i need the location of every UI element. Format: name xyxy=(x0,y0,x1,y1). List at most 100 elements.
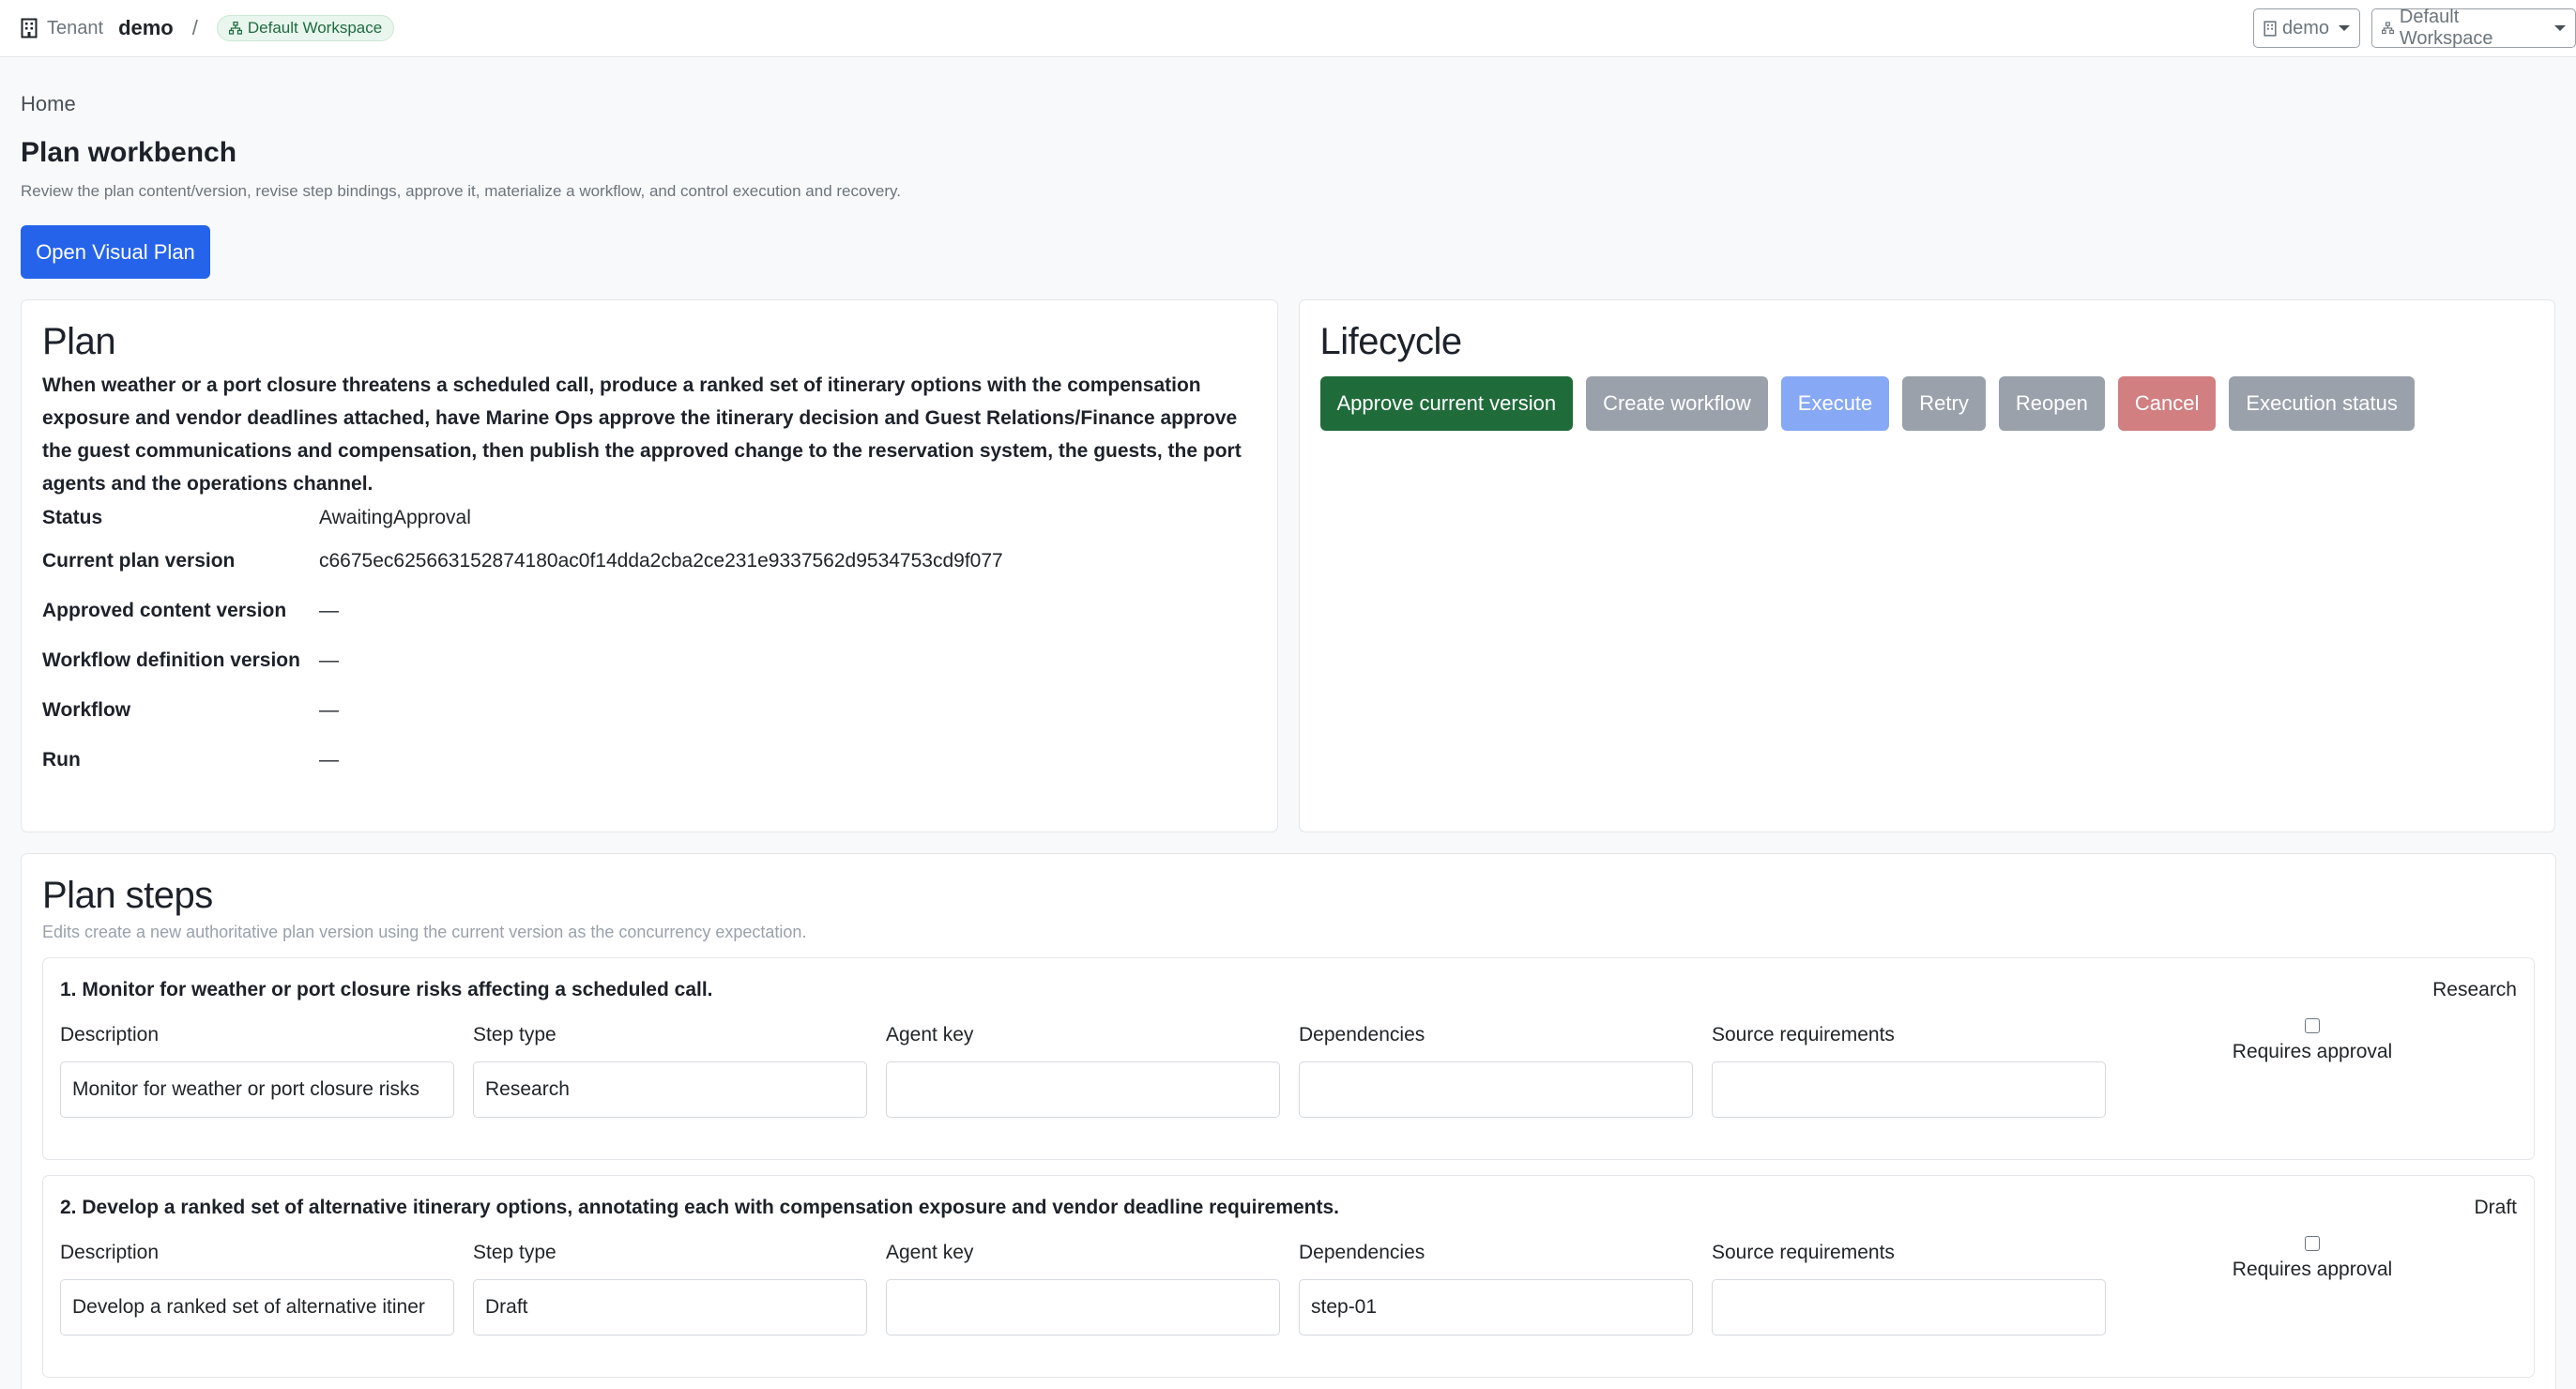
plan-steps-heading: Plan steps xyxy=(42,875,213,916)
agent-key-label: Agent key xyxy=(886,1024,974,1046)
plan-heading: Plan xyxy=(42,321,116,362)
retry-button[interactable]: Retry xyxy=(1902,376,1986,431)
top-selectors: demo Default Workspace xyxy=(2253,7,2576,49)
lifecycle-actions: Approve current version Create workflow … xyxy=(1319,376,2535,431)
requires-approval-label: Requires approval xyxy=(2232,1259,2393,1280)
field-key: Workflow definition version xyxy=(42,649,300,671)
agent-key-field: Agent key xyxy=(886,1024,1299,1118)
chevron-down-icon xyxy=(2339,25,2350,31)
step-type-input[interactable]: Research xyxy=(473,1061,867,1118)
plan-details: Status AwaitingApproval Current plan ver… xyxy=(42,500,1257,785)
approve-current-version-button[interactable]: Approve current version xyxy=(1319,376,1574,431)
workspace-badge[interactable]: Default Workspace xyxy=(216,15,395,41)
source-requirements-label: Source requirements xyxy=(1712,1024,1895,1046)
plan-step: 1. Monitor for weather or port closure r… xyxy=(42,957,2535,1160)
top-cards: Plan When weather or a port closure thre… xyxy=(21,299,2555,832)
workflow-value: — xyxy=(319,698,339,721)
workspace-select-value: Default Workspace xyxy=(2399,7,2493,49)
building-icon xyxy=(2264,20,2277,37)
plan-card: Plan When weather or a port closure thre… xyxy=(21,299,1278,832)
requires-approval-field: Requires approval xyxy=(2125,1236,2500,1336)
step-header: 2. Develop a ranked set of alternative i… xyxy=(60,1191,2517,1225)
agent-key-input[interactable] xyxy=(886,1279,1280,1336)
description-field: Description Develop a ranked set of alte… xyxy=(60,1242,473,1336)
dependencies-field: Dependencies xyxy=(1299,1024,1712,1118)
step-type-field: Step type Draft xyxy=(473,1242,886,1336)
field-key: Current plan version xyxy=(42,549,236,572)
source-requirements-field: Source requirements xyxy=(1712,1024,2125,1118)
description-label: Description xyxy=(60,1242,160,1263)
current-version-value: c6675ec625663152874180ac0f14dda2cba2ce23… xyxy=(319,549,1003,572)
agent-key-field: Agent key xyxy=(886,1242,1299,1336)
step-type-label: Step type xyxy=(473,1242,556,1263)
approved-version-value: — xyxy=(319,599,339,621)
dependencies-label: Dependencies xyxy=(1299,1024,1425,1046)
plan-field-status: Status AwaitingApproval xyxy=(42,500,1257,536)
step-type-tag: Draft xyxy=(2474,1197,2517,1218)
page-content: Home Plan workbench Review the plan cont… xyxy=(0,92,2576,1389)
page-subtitle: Review the plan content/version, revise … xyxy=(21,182,902,200)
field-key: Workflow xyxy=(42,698,131,721)
requires-approval-checkbox[interactable] xyxy=(2305,1236,2320,1251)
breadcrumb-home[interactable]: Home xyxy=(21,92,2555,118)
source-requirements-field: Source requirements xyxy=(1712,1242,2125,1336)
tenant-name[interactable]: demo xyxy=(118,16,174,40)
status-value: AwaitingApproval xyxy=(319,507,471,528)
description-field: Description Monitor for weather or port … xyxy=(60,1024,473,1118)
step-type-input[interactable]: Draft xyxy=(473,1279,867,1336)
plan-steps-subtitle: Edits create a new authoritative plan ve… xyxy=(42,923,807,941)
description-input[interactable]: Monitor for weather or port closure risk… xyxy=(60,1061,454,1118)
source-requirements-input[interactable] xyxy=(1712,1061,2106,1118)
hierarchy-icon xyxy=(2382,22,2394,35)
breadcrumb-separator: / xyxy=(191,16,198,39)
step-title: 1. Monitor for weather or port closure r… xyxy=(60,979,713,1000)
tenant-label: Tenant xyxy=(47,17,104,38)
workspace-select[interactable]: Default Workspace xyxy=(2371,7,2576,49)
tenant-select[interactable]: demo xyxy=(2253,8,2360,48)
agent-key-input[interactable] xyxy=(886,1061,1280,1118)
chevron-down-icon xyxy=(2554,25,2566,31)
execute-button[interactable]: Execute xyxy=(1780,376,1890,431)
lifecycle-heading: Lifecycle xyxy=(1319,321,1463,362)
source-requirements-input[interactable] xyxy=(1712,1279,2106,1336)
lifecycle-card: Lifecycle Approve current version Create… xyxy=(1298,299,2555,832)
step-type-label: Step type xyxy=(473,1024,556,1046)
plan-field-workflow-def-version: Workflow definition version — xyxy=(42,635,1257,685)
workspace-badge-label: Default Workspace xyxy=(247,19,383,37)
step-fields: Description Monitor for weather or port … xyxy=(60,1018,2517,1118)
requires-approval-checkbox[interactable] xyxy=(2305,1018,2320,1033)
dependencies-input[interactable]: step-01 xyxy=(1299,1279,1693,1336)
description-input[interactable]: Develop a ranked set of alternative itin… xyxy=(60,1279,454,1336)
execution-status-button[interactable]: Execution status xyxy=(2229,376,2415,431)
building-icon xyxy=(21,18,38,38)
tenant-breadcrumb: Tenant demo / Default Workspace xyxy=(21,15,395,41)
step-title: 2. Develop a ranked set of alternative i… xyxy=(60,1197,1340,1218)
reopen-button[interactable]: Reopen xyxy=(1998,376,2105,431)
dependencies-label: Dependencies xyxy=(1299,1242,1425,1263)
step-type-tag: Research xyxy=(2432,979,2517,1000)
description-label: Description xyxy=(60,1024,160,1046)
run-value: — xyxy=(319,748,339,771)
step-type-field: Step type Research xyxy=(473,1024,886,1118)
plan-description: When weather or a port closure threatens… xyxy=(42,374,1242,495)
plan-field-workflow: Workflow — xyxy=(42,685,1257,735)
create-workflow-button[interactable]: Create workflow xyxy=(1586,376,1768,431)
field-key: Status xyxy=(42,507,103,528)
field-key: Run xyxy=(42,748,81,771)
top-bar: Tenant demo / Default Workspace demo Def… xyxy=(0,0,2576,57)
source-requirements-label: Source requirements xyxy=(1712,1242,1895,1263)
plan-field-approved-version: Approved content version — xyxy=(42,586,1257,635)
page-title: Plan workbench xyxy=(21,137,237,168)
plan-steps-card: Plan steps Edits create a new authoritat… xyxy=(21,853,2556,1389)
field-key: Approved content version xyxy=(42,599,287,621)
plan-field-current-version: Current plan version c6675ec625663152874… xyxy=(42,536,1257,586)
requires-approval-field: Requires approval xyxy=(2125,1018,2500,1118)
open-visual-plan-button[interactable]: Open Visual Plan xyxy=(21,225,210,279)
dependencies-input[interactable] xyxy=(1299,1061,1693,1118)
requires-approval-label: Requires approval xyxy=(2232,1041,2393,1062)
plan-step: 2. Develop a ranked set of alternative i… xyxy=(42,1175,2535,1378)
tenant-select-value: demo xyxy=(2281,17,2329,38)
cancel-button[interactable]: Cancel xyxy=(2117,376,2217,431)
plan-field-run: Run — xyxy=(42,735,1257,785)
workflow-def-version-value: — xyxy=(319,649,339,671)
